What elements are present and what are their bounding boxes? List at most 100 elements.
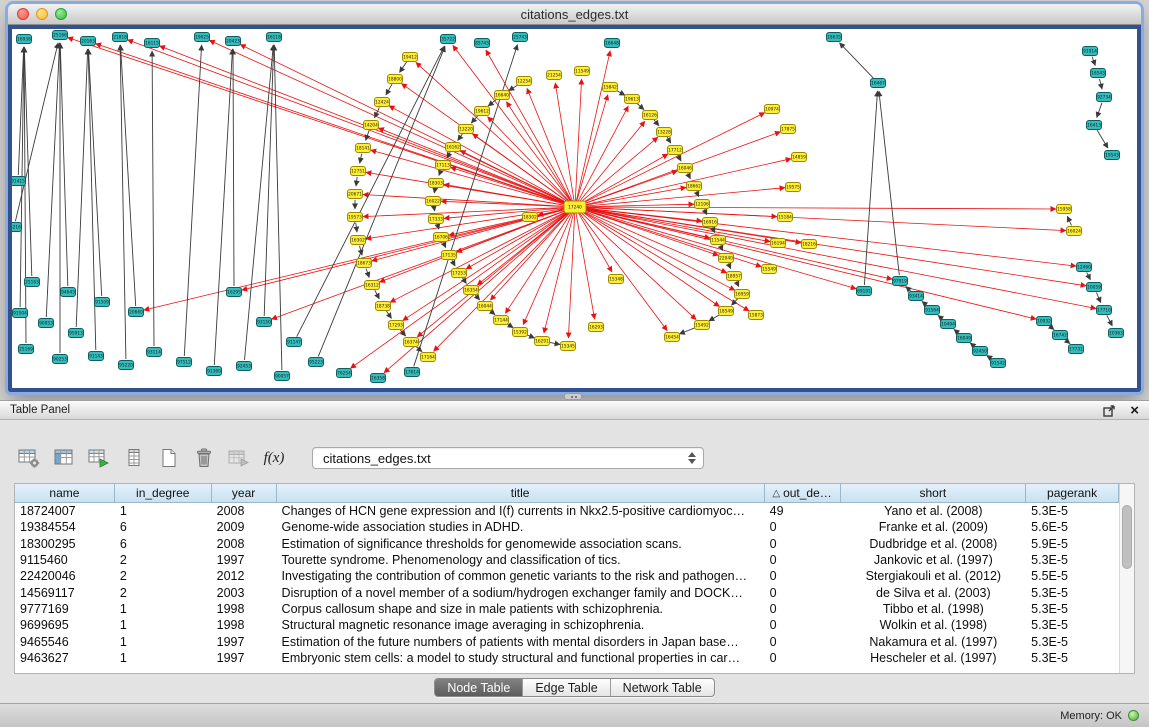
graph-node[interactable]: 76254 xyxy=(337,369,352,378)
column-header-out-de-[interactable]: △out_de… xyxy=(765,484,841,503)
graph-node[interactable]: 16959 xyxy=(735,290,750,299)
scrollbar-thumb[interactable] xyxy=(1122,505,1132,569)
graph-edge[interactable] xyxy=(728,264,730,269)
graph-edge[interactable] xyxy=(555,83,574,201)
graph-node[interactable]: 16648 xyxy=(605,39,620,48)
graph-node[interactable]: 16046 xyxy=(678,164,693,173)
graph-node[interactable]: 16543 xyxy=(1091,69,1106,78)
graph-node[interactable]: 13228 xyxy=(657,128,672,137)
graph-edge[interactable] xyxy=(466,210,570,269)
graph-edge[interactable] xyxy=(580,113,764,205)
table-selector-combobox[interactable]: citations_edges.txt xyxy=(312,447,704,469)
graph-node[interactable]: 16706 xyxy=(434,233,449,242)
graph-node[interactable]: 17113 xyxy=(436,161,451,170)
graph-edge[interactable] xyxy=(434,189,435,193)
table-row[interactable]: 946554611997Estimation of the future num… xyxy=(15,633,1119,649)
graph-edge[interactable] xyxy=(637,103,645,110)
graph-edge[interactable] xyxy=(264,45,274,316)
graph-node[interactable]: 15873 xyxy=(749,311,764,320)
graph-edge[interactable] xyxy=(581,207,1056,209)
graph-node[interactable]: 16467 xyxy=(871,79,886,88)
graph-node[interactable]: 16194 xyxy=(771,239,786,248)
graph-edge[interactable] xyxy=(667,137,671,143)
graph-edge[interactable] xyxy=(386,311,391,318)
close-window-icon[interactable] xyxy=(17,8,29,20)
graph-edge[interactable] xyxy=(581,208,1096,308)
new-table-button[interactable] xyxy=(156,445,182,471)
graph-node[interactable]: 17731 xyxy=(1069,345,1084,354)
graph-edge[interactable] xyxy=(1067,216,1071,225)
graph-node[interactable]: 16293 xyxy=(589,323,604,332)
column-header-name[interactable]: name xyxy=(15,484,115,503)
graph-edge[interactable] xyxy=(678,155,681,161)
graph-node[interactable]: 17164 xyxy=(421,353,436,362)
show-column-button[interactable] xyxy=(51,445,77,471)
graph-node[interactable]: 17710 xyxy=(1097,306,1112,315)
minimize-window-icon[interactable] xyxy=(36,8,48,20)
graph-node[interactable]: 91914 xyxy=(1083,47,1098,56)
tab-edge-table[interactable]: Edge Table xyxy=(522,679,609,696)
graph-edge[interactable] xyxy=(544,213,574,333)
graph-node[interactable]: 16938 xyxy=(17,35,32,44)
graph-edge[interactable] xyxy=(88,49,101,296)
graph-edge[interactable] xyxy=(272,209,570,319)
graph-node[interactable]: 97919 xyxy=(893,277,908,286)
graph-edge[interactable] xyxy=(568,213,574,338)
graph-node[interactable]: 15549 xyxy=(762,265,777,274)
graph-node[interactable]: 15492 xyxy=(695,321,710,330)
graph-node[interactable]: 19575 xyxy=(786,183,801,192)
graph-edge[interactable] xyxy=(581,208,892,279)
graph-edge[interactable] xyxy=(581,208,1036,319)
graph-edge[interactable] xyxy=(386,84,392,95)
graph-node[interactable]: 18957 xyxy=(727,272,742,281)
graph-edge[interactable] xyxy=(434,207,435,211)
graph-edge[interactable] xyxy=(581,188,785,207)
graph-edge[interactable] xyxy=(375,290,380,299)
graph-node[interactable]: 12254 xyxy=(517,77,532,86)
graph-node[interactable]: 16916 xyxy=(703,218,718,227)
graph-node[interactable]: 25163 xyxy=(25,278,40,287)
network-view-window[interactable]: citations_edges.txt 15842196131612613228… xyxy=(8,4,1141,392)
graph-edge[interactable] xyxy=(15,43,58,221)
graph-node[interactable]: 18662 xyxy=(687,182,702,191)
graph-edge[interactable] xyxy=(60,43,68,286)
graph-edge[interactable] xyxy=(1087,272,1091,279)
graph-edge[interactable] xyxy=(840,43,874,79)
graph-node[interactable]: 17144 xyxy=(494,316,509,325)
graph-node[interactable]: 18302 xyxy=(523,213,538,222)
graph-node[interactable]: 16358 xyxy=(371,374,386,383)
graph-edge[interactable] xyxy=(360,154,362,163)
graph-node[interactable]: 15348 xyxy=(609,275,624,284)
splitter-handle[interactable] xyxy=(564,393,582,400)
graph-edge[interactable] xyxy=(1092,57,1095,66)
graph-node[interactable]: 20660 xyxy=(129,308,144,317)
graph-node[interactable]: 16024 xyxy=(1067,227,1082,236)
graph-node[interactable]: 91415 xyxy=(12,177,26,186)
graph-node[interactable]: 21818 xyxy=(113,33,128,42)
graph-edge[interactable] xyxy=(458,134,463,141)
graph-node[interactable]: 91542 xyxy=(991,359,1006,368)
graph-edge[interactable] xyxy=(452,260,455,266)
graph-edge[interactable] xyxy=(505,212,571,313)
graph-node[interactable]: 16374 xyxy=(404,338,419,347)
table-row[interactable]: 946362711997Embryonic stem cells: a mode… xyxy=(15,650,1119,666)
graph-node[interactable]: 17333 xyxy=(429,215,444,224)
graph-edge[interactable] xyxy=(209,40,569,204)
network-canvas[interactable]: 1584219613161261322817712160461866212106… xyxy=(12,29,1137,388)
graph-node[interactable]: 16118 xyxy=(267,33,282,42)
graph-edge[interactable] xyxy=(447,152,450,158)
zoom-window-icon[interactable] xyxy=(55,8,67,20)
graph-node[interactable]: 11544 xyxy=(711,236,726,245)
column-header-title[interactable]: title xyxy=(277,484,765,503)
network-graph[interactable]: 1584219613161261322817712160461866212106… xyxy=(12,29,1137,388)
column-header-year[interactable]: year xyxy=(212,484,277,503)
graph-node[interactable]: 16312 xyxy=(365,281,380,290)
graph-edge[interactable] xyxy=(184,45,201,356)
graph-edge[interactable] xyxy=(1100,79,1103,89)
memory-status-icon[interactable] xyxy=(1128,710,1139,721)
graph-node[interactable]: 25743 xyxy=(513,33,528,42)
graph-node[interactable]: 15392 xyxy=(513,328,528,337)
graph-node[interactable]: 25166 xyxy=(53,31,68,40)
graph-node[interactable]: 17712 xyxy=(668,146,683,155)
graph-node[interactable]: 20671 xyxy=(348,190,363,199)
